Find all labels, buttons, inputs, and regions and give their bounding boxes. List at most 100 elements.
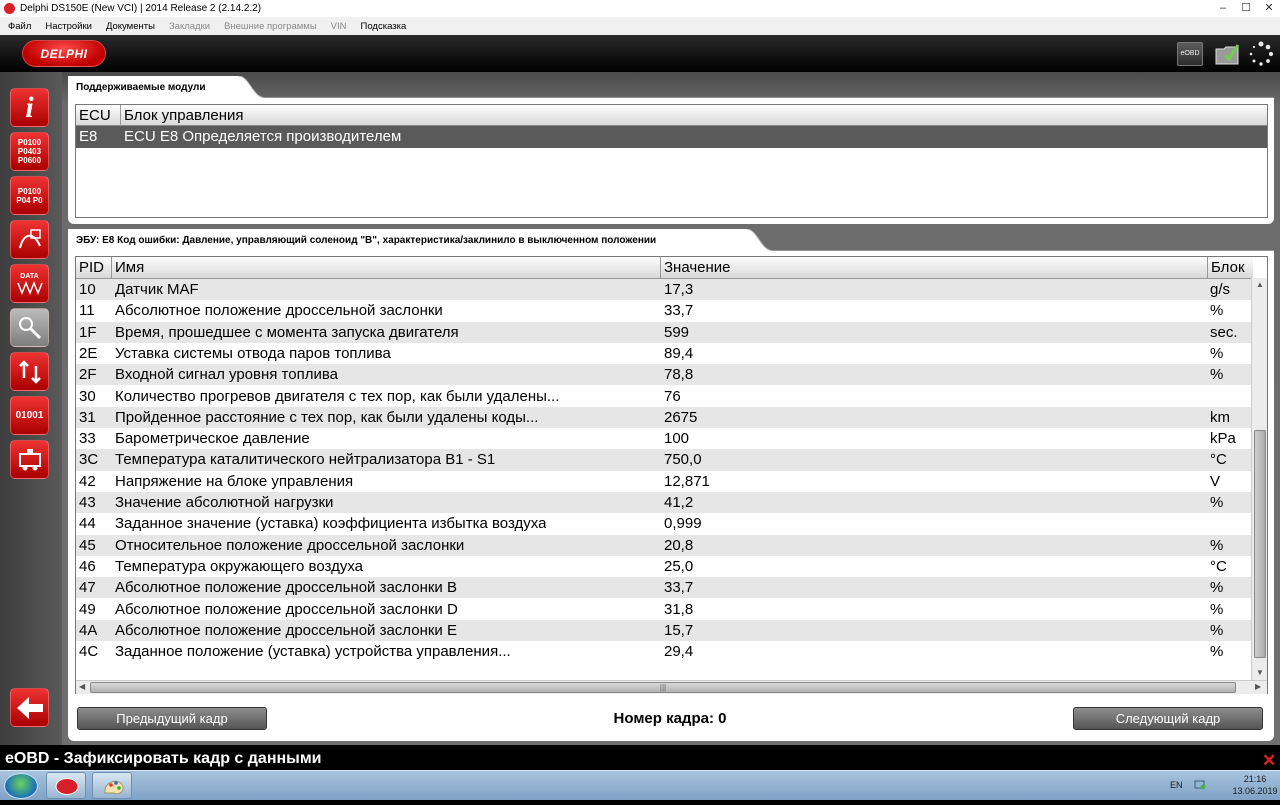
menu-help[interactable]: Подсказка [361, 21, 407, 32]
network-icon[interactable] [1194, 778, 1206, 790]
back-arrow-icon[interactable] [10, 688, 49, 727]
vertical-scrollbar[interactable]: ▲ ▼ [1251, 278, 1267, 680]
table-row[interactable]: 45 Относительное положение дроссельной за… [76, 534, 1251, 556]
name-cell: Относительное положение дроссельной засл… [115, 536, 465, 554]
table-row[interactable]: 10 Датчик MAF 17,3 g/s [76, 279, 1251, 301]
name-cell: Барометрическое давление [115, 430, 310, 448]
clear-codes-icon[interactable]: P0100 P04 P0 [10, 176, 49, 215]
table-row[interactable]: 4A Абсолютное положение дроссельной засло… [76, 619, 1251, 642]
unit-cell: °C [1210, 451, 1227, 469]
unit-cell: % [1210, 600, 1224, 618]
menu-vin: VIN [330, 20, 347, 32]
pid-cell: 49 [79, 600, 96, 618]
oxygen-sensor-icon[interactable] [10, 308, 49, 347]
vertical-scroll-thumb[interactable] [1254, 430, 1266, 658]
value-cell: 89,4 [664, 344, 694, 362]
delphi-logo: DELPHI [22, 40, 106, 67]
previous-frame-button[interactable]: Предыдущий кадр [77, 707, 267, 730]
column-header-name[interactable]: Имя [112, 257, 661, 279]
table-row[interactable]: 43 Значение абсолютной нагрузки 41,2% [76, 492, 1251, 514]
live-data-icon[interactable]: DATA [10, 264, 49, 303]
minimize-button[interactable]: – [1212, 1, 1234, 15]
start-button[interactable] [4, 773, 38, 799]
pid-cell: 30 [79, 387, 96, 405]
clock-date[interactable]: 13.06.2019 [1218, 786, 1280, 796]
module-row-selected[interactable]: E8 ECU E8 Определяется производителем [76, 126, 1267, 148]
table-row[interactable]: 31 Пройденное расстояние с тех пор, как б… [76, 406, 1251, 429]
name-cell: Температура окружающего воздуха [115, 557, 364, 575]
unit-cell: kPa [1210, 430, 1236, 448]
horizontal-scroll-thumb[interactable]: ||| [90, 682, 1236, 693]
pid-cell: 43 [79, 494, 96, 511]
clock-time[interactable]: 21:16 [1230, 774, 1280, 784]
table-row[interactable]: 1F Время, прошедшее с момента запуска дви… [76, 321, 1251, 343]
maximize-button[interactable]: ☐ [1235, 1, 1257, 15]
unit-cell: % [1210, 579, 1224, 597]
language-indicator[interactable]: EN [1170, 780, 1183, 790]
unit-cell: g/s [1210, 281, 1231, 298]
unit-cell: km [1210, 408, 1230, 426]
modules-tab-curve [238, 76, 1274, 98]
scroll-left-arrow-icon[interactable]: ◀ [79, 682, 85, 691]
pid-cell: 4A [79, 621, 98, 639]
pid-cell: 10 [79, 281, 96, 298]
column-header-unit[interactable]: Блок [1208, 257, 1253, 279]
scroll-up-arrow-icon[interactable]: ▲ [1256, 280, 1264, 289]
module-name-cell: ECU E8 Определяется производителем [124, 128, 402, 145]
table-row[interactable]: 46 Температура окружающего воздуха 25,0 °C [76, 556, 1251, 577]
folder-icon[interactable] [1213, 41, 1243, 67]
menu-documents[interactable]: Документы [106, 21, 155, 32]
menu-settings[interactable]: Настройки [45, 21, 92, 32]
table-row[interactable]: 4C Заданное положение (уставка) устройств… [76, 641, 1251, 662]
column-header-ecu[interactable]: ECU [76, 105, 121, 126]
value-cell: 100 [664, 430, 690, 448]
value-cell: 41,2 [664, 494, 694, 511]
table-row[interactable]: 30 Количество прогревов двигателя с тех п… [76, 386, 1251, 407]
pid-cell: 44 [79, 515, 96, 533]
column-header-pid[interactable]: PID [76, 257, 112, 279]
menu-file[interactable]: Файл [8, 21, 31, 32]
table-row[interactable]: 42 Напряжение на блоке управления 12,871 V [76, 471, 1251, 492]
name-cell: Заданное положение (уставка) устройства … [115, 643, 511, 661]
table-row[interactable]: 44 Заданное значение (уставка) коэффициен… [76, 513, 1251, 534]
info-icon[interactable]: i [10, 88, 49, 127]
close-button[interactable]: ✕ [1258, 1, 1280, 15]
title-bar: Delphi DS150E (New VCI) | 2014 Release 2… [0, 0, 1280, 17]
value-cell: 15,7 [664, 621, 694, 639]
next-frame-button[interactable]: Следующий кадр [1073, 707, 1263, 730]
eobd-button[interactable]: eOBD [1177, 42, 1203, 66]
menu-bar: Файл Настройки Документы Закладки Внешни… [0, 17, 1280, 35]
column-header-value[interactable]: Значение [661, 257, 1208, 279]
table-row[interactable]: 3C Температура каталитического нейтрализа… [76, 449, 1251, 471]
vehicle-info-icon[interactable] [10, 440, 49, 479]
table-row[interactable]: 2E Уставка системы отвода паров топлива 89… [76, 343, 1251, 364]
delphi-app-icon[interactable] [46, 772, 86, 799]
unit-cell: % [1210, 344, 1224, 362]
side-toolbar: i P0100 P0403 P0600 P0100 P04 P0 DATA 01… [0, 72, 62, 745]
pid-cell: 46 [79, 557, 96, 575]
column-header-control-unit[interactable]: Блок управления [121, 105, 1267, 126]
table-row[interactable]: 33 Барометрическое давление 100 kPa [76, 428, 1251, 449]
pid-cell: 33 [79, 430, 96, 448]
paint-app-icon[interactable] [92, 772, 132, 799]
table-row[interactable]: 11 Абсолютное положение дроссельной засло… [76, 300, 1251, 321]
value-cell: 78,8 [664, 366, 694, 384]
table-row[interactable]: 49 Абсолютное положение дроссельной засло… [76, 599, 1251, 620]
pid-cell: 4C [79, 643, 99, 661]
pid-cell: 45 [79, 536, 96, 554]
scroll-down-arrow-icon[interactable]: ▼ [1256, 668, 1264, 677]
table-row[interactable]: 2F Входной сигнал уровня топлива 78,8% [76, 364, 1251, 386]
horizontal-scrollbar[interactable]: ◀ ||| ▶ [76, 680, 1267, 694]
value-cell: 31,8 [664, 600, 694, 618]
name-cell: Абсолютное положение дроссельной заслонк… [115, 579, 457, 597]
name-cell: Пройденное расстояние с тех пор, как был… [115, 408, 539, 426]
freeze-frame-icon[interactable] [10, 220, 49, 259]
scroll-right-arrow-icon[interactable]: ▶ [1255, 682, 1261, 691]
unit-cell: % [1210, 366, 1224, 384]
onboard-monitoring-icon[interactable]: 01001 [10, 396, 49, 435]
table-row[interactable]: 47 Абсолютное положение дроссельной засло… [76, 577, 1251, 599]
dtc-codes-icon[interactable]: P0100 P0403 P0600 [10, 132, 49, 171]
component-test-icon[interactable] [10, 352, 49, 391]
app-icon [4, 3, 15, 14]
status-bar: eOBD - Зафиксировать кадр с данными ✕ [0, 745, 1280, 770]
